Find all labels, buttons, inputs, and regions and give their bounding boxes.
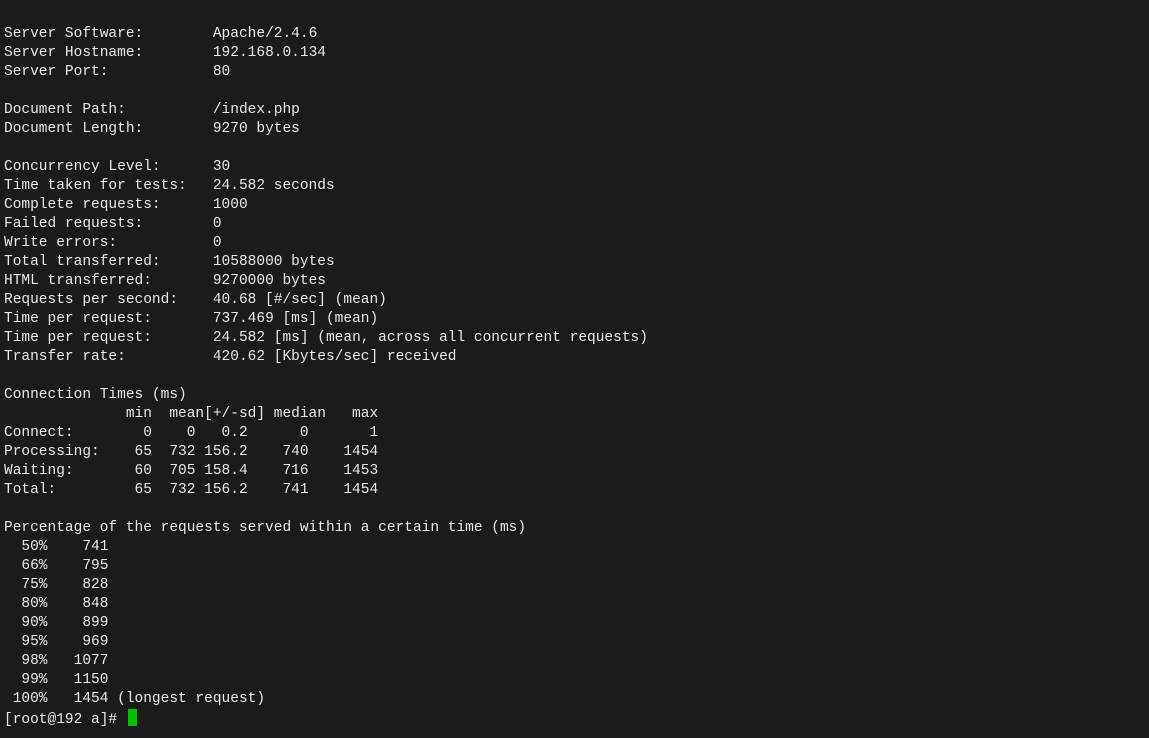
cursor-icon <box>128 709 137 726</box>
total-transferred-label: Total transferred: 10588000 bytes <box>4 254 335 270</box>
percentile-66: 66% 795 <box>4 558 108 574</box>
server-port-label: Server Port: 80 <box>4 64 230 80</box>
percentiles-title: Percentage of the requests served within… <box>4 520 526 536</box>
percentile-90: 90% 899 <box>4 615 108 631</box>
percentile-99: 99% 1150 <box>4 672 108 688</box>
shell-prompt[interactable]: [root@192 a]# <box>4 712 137 728</box>
write-errors-label: Write errors: 0 <box>4 235 222 251</box>
concurrency-label: Concurrency Level: 30 <box>4 159 230 175</box>
server-software-label: Server Software: Apache/2.4.6 <box>4 26 317 42</box>
percentile-98: 98% 1077 <box>4 653 108 669</box>
percentile-100: 100% 1454 (longest request) <box>4 691 265 707</box>
requests-per-second-label: Requests per second: 40.68 [#/sec] (mean… <box>4 292 387 308</box>
connection-times-processing: Processing: 65 732 156.2 740 1454 <box>4 444 378 460</box>
time-taken-label: Time taken for tests: 24.582 seconds <box>4 178 335 194</box>
html-transferred-label: HTML transferred: 9270000 bytes <box>4 273 326 289</box>
document-path-label: Document Path: /index.php <box>4 102 300 118</box>
percentile-50: 50% 741 <box>4 539 108 555</box>
percentile-75: 75% 828 <box>4 577 108 593</box>
connection-times-header: min mean[+/-sd] median max <box>4 406 378 422</box>
connection-times-waiting: Waiting: 60 705 158.4 716 1453 <box>4 463 378 479</box>
connection-times-total: Total: 65 732 156.2 741 1454 <box>4 482 378 498</box>
time-per-request-1-label: Time per request: 737.469 [ms] (mean) <box>4 311 378 327</box>
time-per-request-2-label: Time per request: 24.582 [ms] (mean, acr… <box>4 330 648 346</box>
terminal-output[interactable]: Server Software: Apache/2.4.6 Server Hos… <box>0 0 1149 738</box>
transfer-rate-label: Transfer rate: 420.62 [Kbytes/sec] recei… <box>4 349 456 365</box>
percentile-80: 80% 848 <box>4 596 108 612</box>
server-hostname-label: Server Hostname: 192.168.0.134 <box>4 45 326 61</box>
connection-times-connect: Connect: 0 0 0.2 0 1 <box>4 425 378 441</box>
document-length-label: Document Length: 9270 bytes <box>4 121 300 137</box>
failed-requests-label: Failed requests: 0 <box>4 216 222 232</box>
percentile-95: 95% 969 <box>4 634 108 650</box>
connection-times-title: Connection Times (ms) <box>4 387 187 403</box>
complete-requests-label: Complete requests: 1000 <box>4 197 248 213</box>
